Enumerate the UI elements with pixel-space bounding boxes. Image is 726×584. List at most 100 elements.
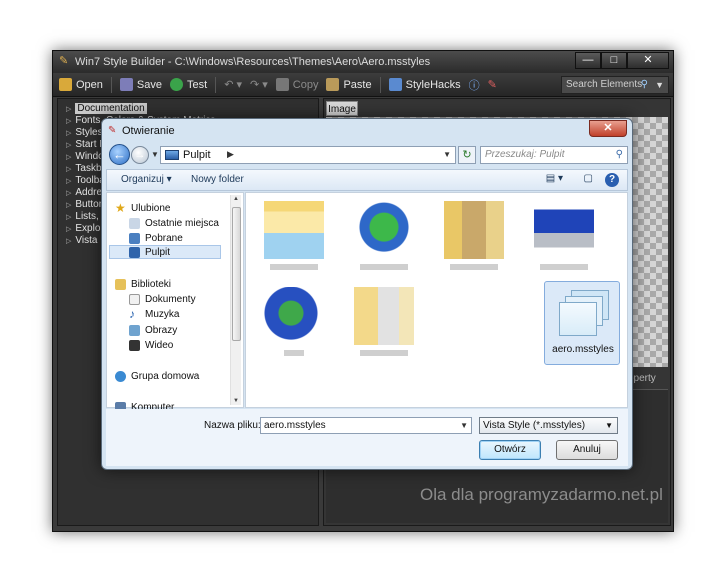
close-button[interactable]: ✕ <box>627 52 669 69</box>
file-item-aero-msstyles[interactable]: aero.msstyles <box>544 281 620 365</box>
nav-videos[interactable]: Wideo <box>129 338 173 352</box>
nav-libraries[interactable]: Biblioteki <box>115 277 171 291</box>
dialog-close-button[interactable]: ✕ <box>589 120 627 137</box>
documents-icon <box>129 293 140 305</box>
tree-expand-icon[interactable]: ▷ <box>66 238 71 245</box>
tree-expand-icon[interactable]: ▷ <box>66 226 71 233</box>
nav-music[interactable]: ♪ Muzyka <box>129 307 179 321</box>
tools-button[interactable]: ✎ <box>488 78 497 91</box>
tree-item[interactable]: ▷ Styles <box>66 127 103 139</box>
watermark: Ola dla programyzadarmo.net.pl <box>420 485 663 504</box>
undo-button[interactable]: ↶ ▾ <box>224 78 242 91</box>
search-icon[interactable]: ⚲ <box>616 147 623 163</box>
chevron-down-icon[interactable]: ▼ <box>460 418 468 433</box>
file-item[interactable] <box>256 199 332 283</box>
preview-pane-icon[interactable]: ▢ <box>584 173 593 188</box>
tree-item[interactable]: ▷ Vista L <box>66 235 106 247</box>
tree-expand-icon[interactable]: ▷ <box>66 142 71 149</box>
tree-item[interactable]: ▷ Toolba <box>66 175 105 187</box>
nav-homegroup[interactable]: Grupa domowa <box>115 369 199 383</box>
tree-expand-icon[interactable]: ▷ <box>66 178 71 185</box>
nav-downloads[interactable]: Pobrane <box>129 231 183 245</box>
file-item[interactable] <box>436 199 512 283</box>
open-button[interactable]: Otwórz <box>479 440 541 460</box>
star-icon: ★ <box>115 200 126 215</box>
address-segment[interactable]: Pulpit <box>183 149 211 161</box>
chevron-down-icon[interactable]: ▼ <box>443 150 451 159</box>
nav-desktop[interactable]: Pulpit <box>109 245 221 259</box>
nav-recent-places[interactable]: Ostatnie miejsca <box>129 216 219 230</box>
downloads-icon <box>129 232 140 244</box>
scroll-up-icon[interactable]: ▲ <box>233 196 239 202</box>
save-button[interactable]: Save <box>119 78 162 91</box>
new-folder-button[interactable]: Nowy folder <box>191 174 244 185</box>
tree-expand-icon[interactable]: ▷ <box>66 118 71 125</box>
info-button[interactable]: ⓘ <box>469 77 480 93</box>
file-item[interactable] <box>346 285 422 369</box>
chevron-down-icon[interactable]: ▼ <box>655 77 664 93</box>
nav-scrollbar[interactable]: ▲ ▼ <box>230 195 241 405</box>
search-icon[interactable]: ⚲ <box>641 77 648 93</box>
chevron-right-icon[interactable]: ▶ <box>227 149 234 160</box>
property-column-header[interactable]: operty <box>628 371 668 387</box>
paste-label: Paste <box>343 78 372 91</box>
tree-expand-icon[interactable]: ▷ <box>66 190 71 197</box>
cancel-button[interactable]: Anuluj <box>556 440 618 460</box>
forward-button[interactable]: → <box>131 146 149 164</box>
paste-button[interactable]: Paste <box>326 78 372 91</box>
file-caption <box>526 261 602 270</box>
test-label: Test <box>187 78 208 91</box>
tree-item[interactable]: ▷ Button <box>66 199 104 211</box>
filetype-select[interactable]: Vista Style (*.msstyles) ▼ <box>479 417 618 434</box>
play-icon <box>170 78 183 91</box>
refresh-button[interactable]: ↻ <box>458 146 476 164</box>
music-icon: ♪ <box>129 306 135 321</box>
recent-places-icon <box>129 217 140 229</box>
tree-expand-icon[interactable]: ▷ <box>66 166 71 173</box>
stylehacks-button[interactable]: StyleHacks <box>388 78 461 91</box>
minimize-button[interactable]: — <box>575 52 601 69</box>
stylehacks-icon <box>388 78 402 91</box>
chevron-down-icon[interactable]: ▼ <box>605 418 613 433</box>
blurred-caption <box>270 264 318 270</box>
filename-input[interactable]: aero.msstyles ▼ <box>260 417 472 434</box>
view-options-button[interactable]: ▤ ▾ <box>546 173 563 188</box>
search-input[interactable]: Przeszukaj: Pulpit ⚲ <box>480 146 628 164</box>
copy-button[interactable]: Copy <box>275 78 319 91</box>
redo-button[interactable]: ↷ ▾ <box>250 78 268 91</box>
test-button[interactable]: Test <box>170 78 207 91</box>
address-bar[interactable]: Pulpit ▶ ▼ <box>160 146 456 164</box>
back-button[interactable]: ← <box>109 144 130 165</box>
maximize-button[interactable]: □ <box>601 52 627 69</box>
tree-item[interactable]: ▷ Windo <box>66 151 104 163</box>
copy-label: Copy <box>292 78 319 91</box>
file-item[interactable] <box>346 199 422 283</box>
tree-expand-icon[interactable]: ▷ <box>66 214 71 221</box>
tree-item-documentation[interactable]: ▷ Documentation <box>66 103 147 115</box>
window-controls: — □ ✕ <box>575 52 669 69</box>
dialog-title: Otwieranie <box>122 125 175 137</box>
file-caption <box>346 347 422 356</box>
organize-menu[interactable]: Organizuj ▾ <box>121 174 172 185</box>
file-item[interactable] <box>256 285 332 369</box>
file-item[interactable] <box>526 199 602 283</box>
tab-image[interactable]: Image <box>326 101 358 116</box>
nav-documents[interactable]: Dokumenty <box>129 292 196 306</box>
folder-icon <box>354 287 414 345</box>
nav-favorites[interactable]: ★ Ulubione <box>115 201 170 215</box>
tree-expand-icon[interactable]: ▷ <box>66 130 71 137</box>
scroll-down-icon[interactable]: ▼ <box>233 398 239 404</box>
open-button[interactable]: Open <box>59 78 103 91</box>
tree-expand-icon[interactable]: ▷ <box>66 106 71 113</box>
tree-item[interactable]: ▷ Taskb <box>66 163 102 175</box>
computer-icon <box>534 201 594 259</box>
help-icon[interactable]: ? <box>605 173 619 187</box>
libraries-icon <box>115 278 126 290</box>
recent-locations-dropdown[interactable]: ▼ <box>151 150 159 159</box>
search-elements-input[interactable]: Search Elements ⚲ ▼ <box>561 76 669 94</box>
tree-expand-icon[interactable]: ▷ <box>66 202 71 209</box>
nav-pictures[interactable]: Obrazy <box>129 323 177 337</box>
scrollbar-thumb[interactable] <box>232 207 241 341</box>
tree-expand-icon[interactable]: ▷ <box>66 154 71 161</box>
toolbar-separator <box>110 76 112 93</box>
